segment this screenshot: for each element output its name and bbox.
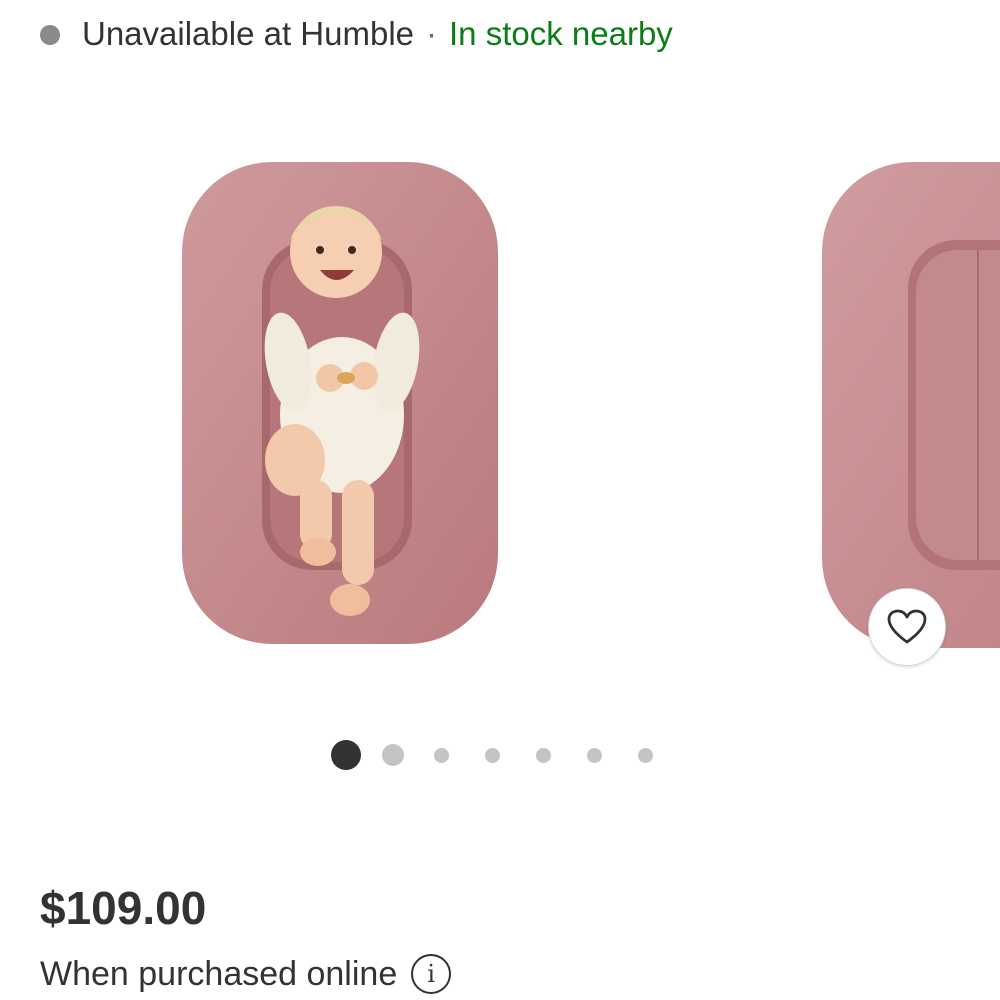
product-image-2[interactable]	[800, 100, 1000, 660]
price-note-label: When purchased online	[40, 955, 398, 993]
product-image-1[interactable]	[160, 100, 520, 660]
info-icon-glyph: i	[427, 960, 436, 988]
pagination-dot-7[interactable]	[638, 747, 653, 763]
favorite-button[interactable]	[868, 588, 946, 666]
price-note: When purchased online i	[40, 952, 452, 996]
store-availability[interactable]: Unavailable at Humble · In stock nearby	[40, 14, 673, 54]
status-dot-icon	[40, 25, 60, 45]
pagination-dot-2[interactable]	[382, 744, 404, 766]
pagination-dot-3[interactable]	[434, 747, 449, 763]
product-price: $109.00	[40, 882, 207, 934]
heart-icon	[887, 609, 927, 644]
unavailable-label: Unavailable at Humble	[82, 15, 415, 52]
pagination-dot-4[interactable]	[485, 747, 500, 763]
pagination-dot-5[interactable]	[536, 747, 551, 763]
carousel-pagination[interactable]	[331, 740, 653, 770]
info-icon[interactable]: i	[411, 954, 452, 994]
baby-lounger-with-baby-image	[182, 162, 498, 644]
product-image-carousel[interactable]	[0, 100, 1000, 720]
in-stock-nearby-link[interactable]: In stock nearby	[449, 14, 673, 54]
baby-lounger-image	[822, 162, 1000, 648]
pagination-dot-1[interactable]	[331, 740, 361, 770]
separator: ·	[426, 15, 438, 52]
pagination-dot-6[interactable]	[587, 747, 602, 763]
product-page: Unavailable at Humble · In stock nearby	[0, 0, 1000, 1000]
